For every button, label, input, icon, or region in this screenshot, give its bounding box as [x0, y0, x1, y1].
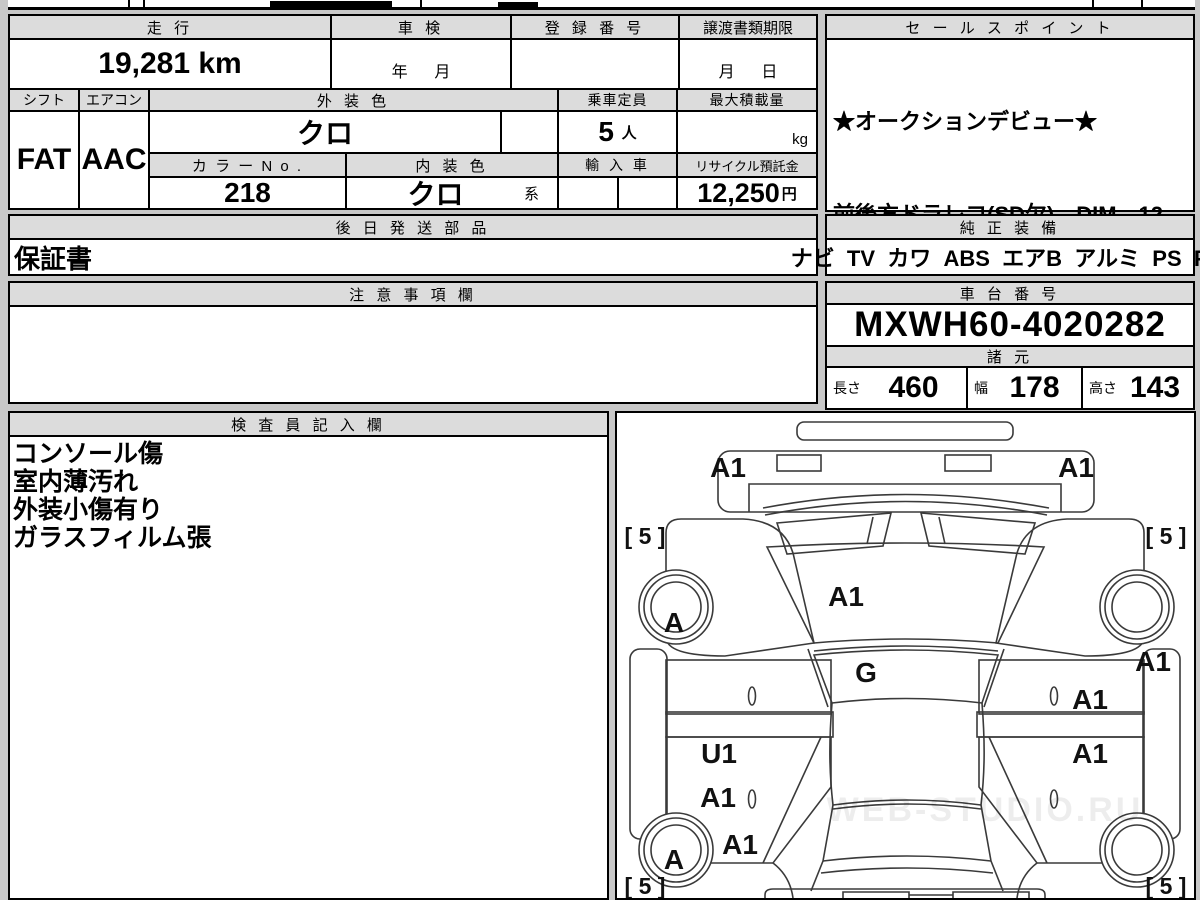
top-row-glyph-fragment — [270, 1, 392, 7]
inspector-line: 室内薄汚れ — [13, 468, 139, 496]
later-parts-value: 保証書 — [8, 238, 818, 276]
transfer-doc-header: 譲渡書類期限 — [678, 14, 818, 40]
aircon-value: AAC — [78, 110, 150, 210]
import-header: 輸 入 車 — [557, 152, 678, 178]
recycle-header: リサイクル預託金 — [676, 152, 818, 178]
front-right-wheel-shape — [1099, 569, 1175, 645]
damage-left-rear-door: U1 — [701, 738, 737, 769]
spec-height-label: 高さ — [1089, 380, 1117, 396]
spoiler-shape — [796, 421, 1014, 441]
max-load-value: kg — [676, 110, 818, 154]
import-value-1 — [557, 176, 619, 210]
shift-value: FAT — [8, 110, 80, 210]
watermark: WEB-STUDIO.RU — [827, 791, 1144, 829]
interior-color-text: クロ — [407, 179, 464, 210]
hood-shape — [765, 542, 1046, 644]
top-row-divider — [1141, 0, 1143, 8]
chassis-header: 車 台 番 号 — [825, 281, 1195, 305]
equipment-header: 純 正 装 備 — [825, 214, 1195, 240]
right-sill-shape — [1142, 648, 1181, 840]
top-row-divider — [128, 0, 130, 8]
tire-grade-front-right: [ 5 ] — [1146, 523, 1187, 549]
tire-grade-front-left: [ 5 ] — [625, 523, 666, 549]
exterior-color-header: 外 装 色 — [148, 88, 559, 112]
chassis-value: MXWH60-4020282 — [825, 303, 1195, 347]
left-sill-shape — [629, 648, 668, 840]
inspection-header: 車 検 — [330, 14, 512, 40]
spec-length: 長さ 460 — [825, 366, 968, 410]
car-diagram: WEB-STUDIO.RU A1 A1 A1 G A A U1 A1 A1 A1… — [625, 421, 1187, 898]
inspector-line: コンソール傷 — [13, 440, 164, 468]
top-partial-row — [8, 0, 1195, 10]
color-no-value: 218 — [148, 176, 347, 210]
inspection-value: 年 月 — [330, 38, 512, 90]
top-row-glyph-fragment — [498, 2, 538, 7]
transfer-doc-value: 月 日 — [678, 38, 818, 90]
sales-point-body: ★オークションデビュー★ 前後方ドラレコ(SD欠)、DIM、12. 3インチHD… — [825, 38, 1195, 413]
damage-front-bumper-left: A1 — [710, 452, 746, 483]
sales-point-header: セ ー ル ス ポ イ ン ト — [825, 14, 1195, 40]
front-bumper-shape — [717, 450, 1095, 513]
capacity-header: 乗車定員 — [557, 88, 678, 112]
inspector-body: コンソール傷 室内薄汚れ 外装小傷有り ガラスフィルム張 — [8, 435, 609, 900]
sales-point-line: ★オークションデビュー★ — [833, 109, 1098, 134]
damage-front-bumper-right: A1 — [1058, 452, 1094, 483]
aircon-header: エアコン — [78, 88, 150, 112]
caution-body — [8, 305, 818, 404]
damage-front-left-wheel: A — [664, 607, 684, 638]
auction-sheet: { "page": { "background": "#c8c8c8", "he… — [0, 0, 1200, 900]
damage-right-rear-door: A1 — [1072, 738, 1108, 769]
shift-header: シフト — [8, 88, 80, 112]
right-headlight-shape — [919, 512, 1037, 555]
top-row-divider — [1092, 0, 1094, 8]
car-diagram-box: WEB-STUDIO.RU A1 A1 A1 G A A U1 A1 A1 A1… — [615, 411, 1196, 900]
max-load-header: 最大積載量 — [676, 88, 818, 112]
equipment-value: ナビ TV カワ ABS エアB アルミ PS PW — [791, 238, 1200, 276]
damage-left-quarter: A1 — [722, 829, 758, 860]
right-front-door-shape — [978, 659, 1145, 715]
inspector-line: 外装小傷有り — [13, 496, 164, 524]
spec-width: 幅 178 — [966, 366, 1083, 410]
later-parts-header: 後 日 発 送 部 品 — [8, 214, 818, 240]
damage-right-front-door: A1 — [1072, 684, 1108, 715]
inspector-header: 検 査 員 記 入 欄 — [8, 411, 609, 437]
color-no-header: カ ラ ー N o . — [148, 152, 347, 178]
import-value-2 — [617, 176, 678, 210]
left-front-door-shape — [665, 659, 832, 715]
capacity-value: 5 人 — [557, 110, 678, 154]
interior-color-value: クロ 系 — [345, 176, 559, 210]
exterior-color-value: クロ — [148, 110, 502, 154]
recycle-value: 12,250 円 — [676, 176, 818, 210]
registration-value — [510, 38, 680, 90]
registration-header: 登 録 番 号 — [510, 14, 680, 40]
specs-header: 諸 元 — [825, 345, 1195, 368]
damage-windshield: G — [855, 657, 877, 688]
spec-length-value: 460 — [888, 371, 939, 404]
spec-width-label: 幅 — [974, 380, 988, 396]
left-headlight-shape — [775, 512, 893, 555]
interior-color-suffix: 系 — [523, 185, 539, 203]
spec-width-value: 178 — [1009, 371, 1060, 404]
tire-grade-rear-right: [ 5 ] — [1146, 873, 1187, 898]
mileage-value: 19,281 km — [8, 38, 332, 90]
exterior-color-sub-cell — [500, 110, 559, 154]
damage-right-fender: A1 — [1135, 646, 1171, 677]
inspector-line: ガラスフィルム張 — [13, 524, 212, 552]
spec-height: 高さ 143 — [1081, 366, 1195, 410]
top-row-divider — [420, 0, 422, 8]
mileage-header: 走 行 — [8, 14, 332, 40]
spec-height-value: 143 — [1129, 371, 1181, 404]
tire-grade-rear-left: [ 5 ] — [625, 873, 666, 898]
top-row-divider — [143, 0, 145, 8]
caution-header: 注 意 事 項 欄 — [8, 281, 818, 307]
spec-length-label: 長さ — [833, 380, 861, 396]
windshield-shape — [812, 649, 1000, 704]
damage-hood: A1 — [828, 581, 864, 612]
damage-rear-left-wheel: A — [664, 844, 684, 875]
damage-left-rear-door-2: A1 — [700, 782, 736, 813]
